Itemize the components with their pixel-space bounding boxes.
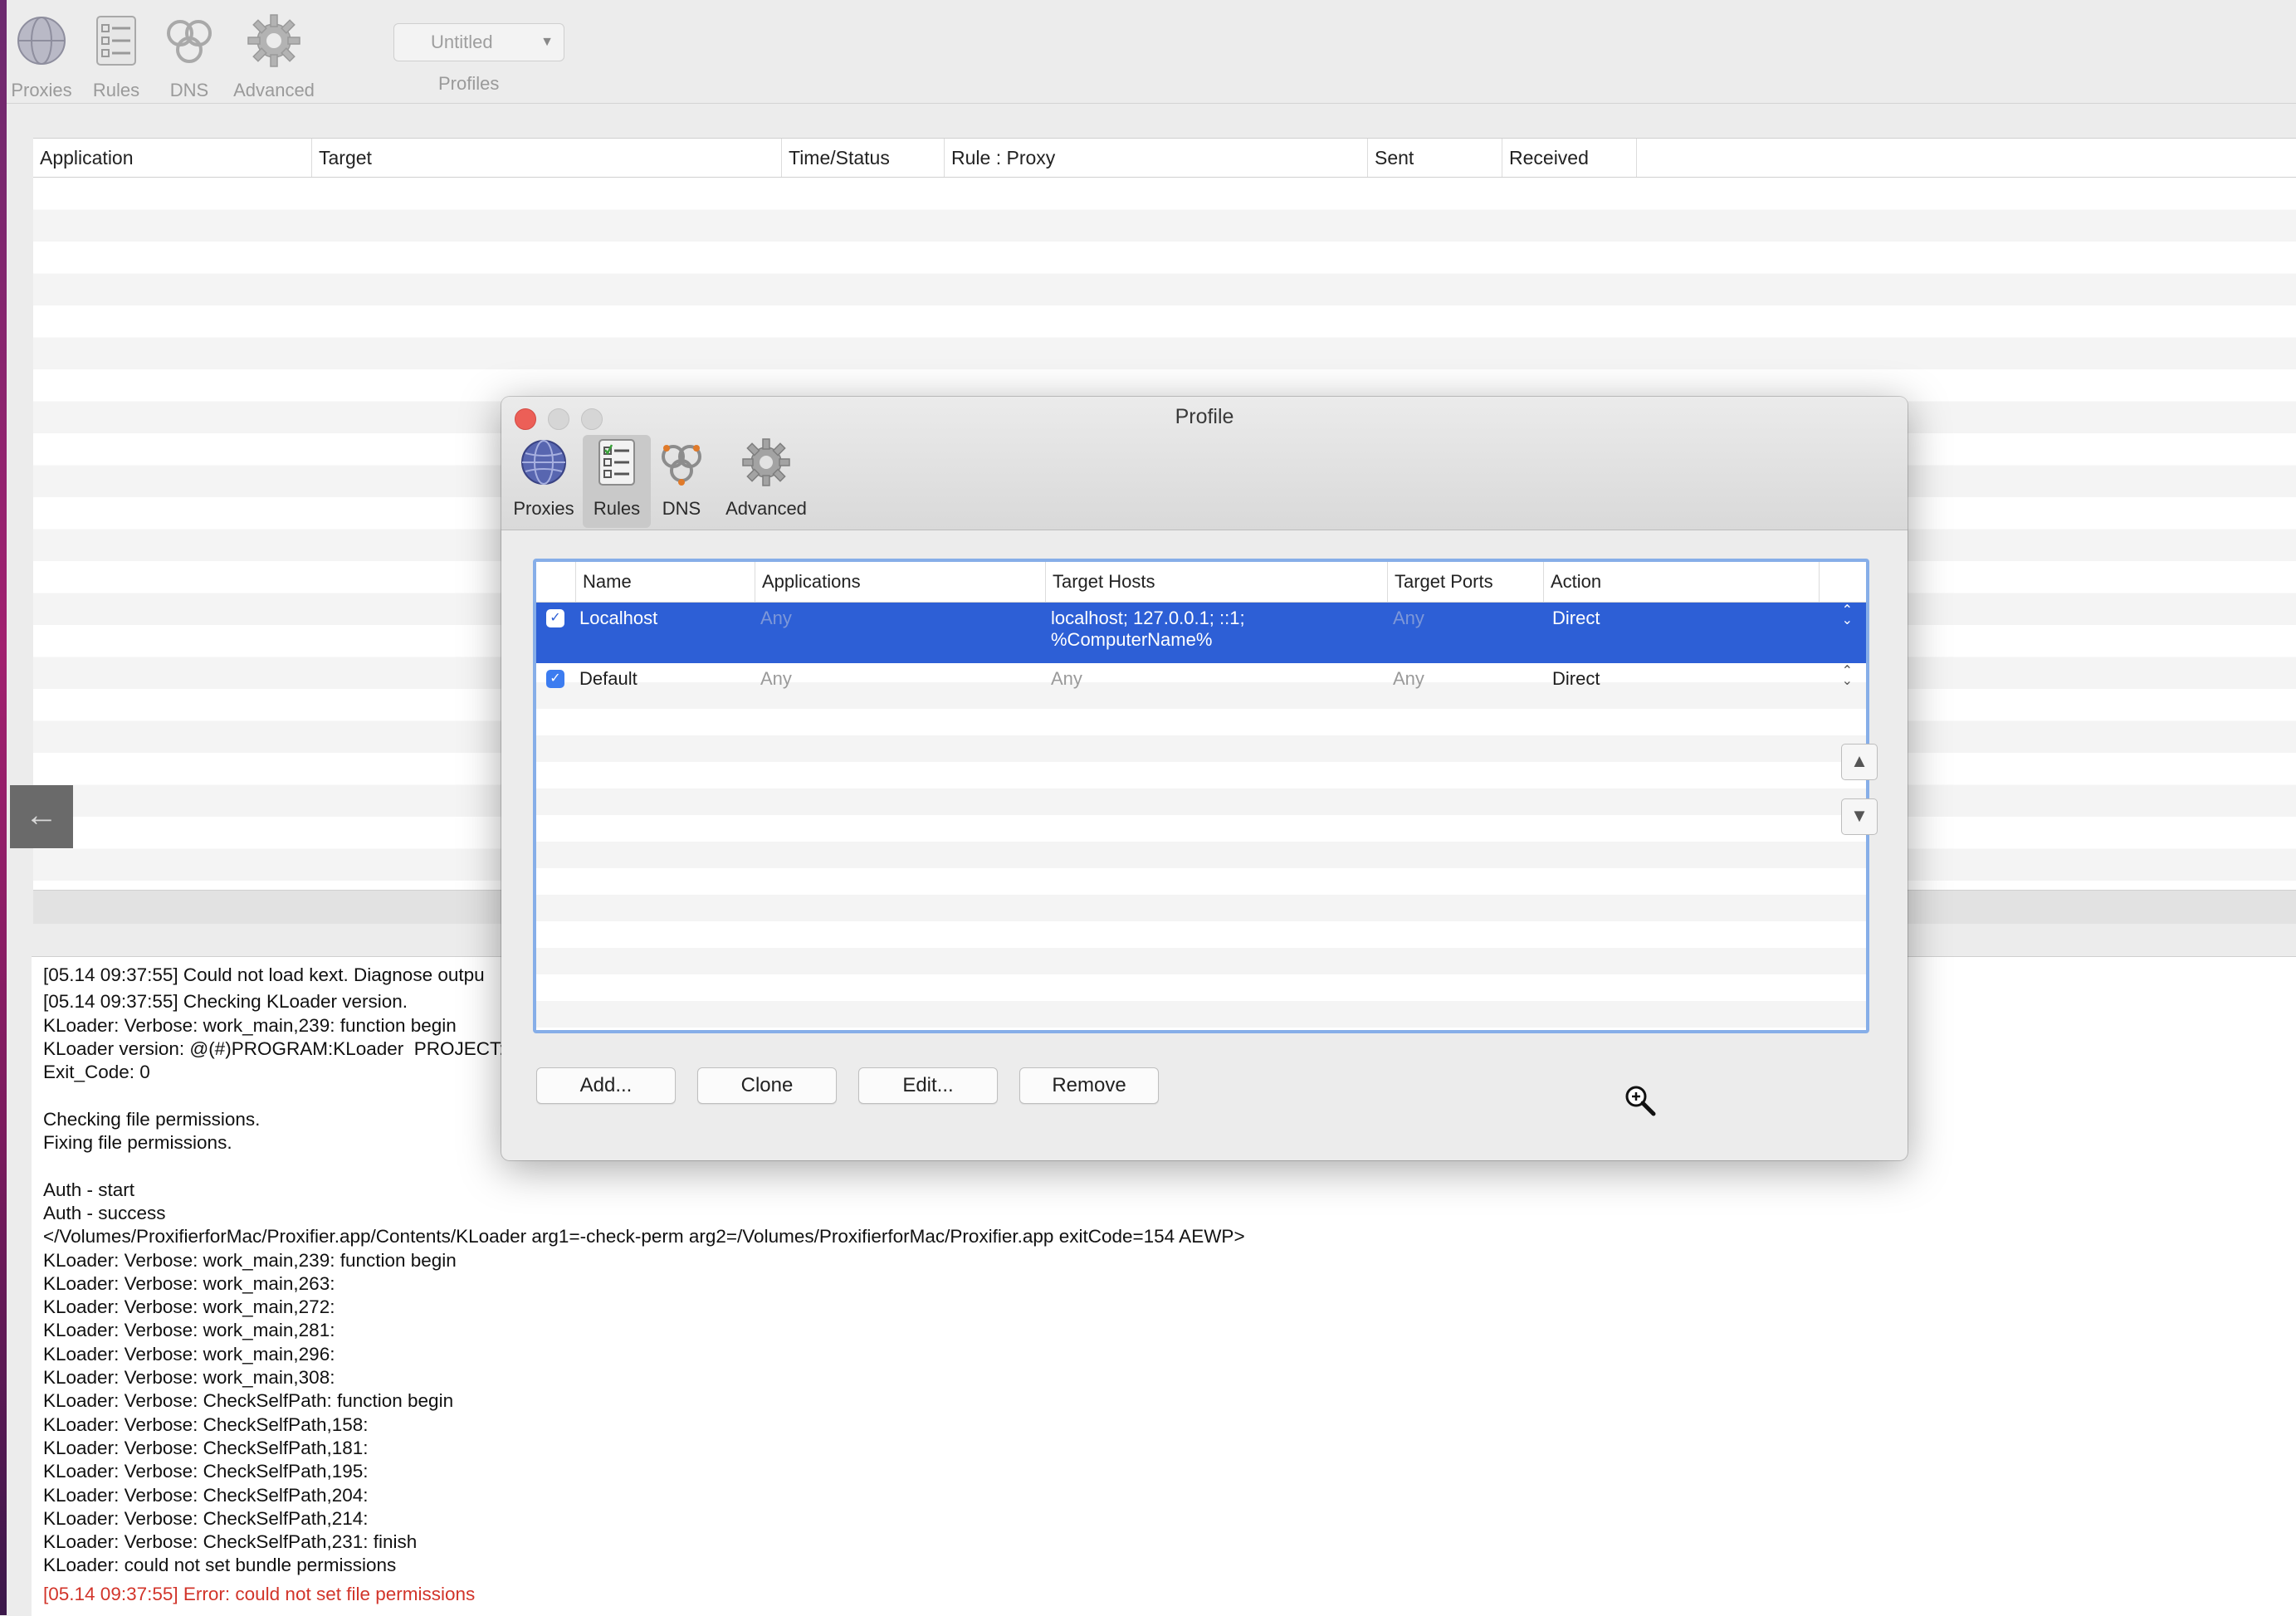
chevron-down-icon: ▼	[540, 35, 554, 49]
rule-target-hosts-line1: localhost; 127.0.0.1; ::1;	[1051, 608, 1245, 628]
rule-target-hosts: localhost; 127.0.0.1; ::1; %ComputerName…	[1051, 608, 1245, 651]
rule-action[interactable]: Direct	[1552, 668, 1600, 690]
tab-advanced[interactable]: Advanced	[722, 437, 810, 520]
rule-action[interactable]: Direct	[1552, 608, 1600, 629]
profiles-popup-value: Untitled	[431, 32, 493, 52]
log-line: KLoader: could not set bundle permission…	[43, 1555, 397, 1576]
log-line: KLoader: Verbose: work_main,281:	[43, 1320, 335, 1341]
log-line: KLoader: Verbose: CheckSelfPath,158:	[43, 1413, 369, 1435]
edit-rule-button[interactable]: Edit...	[858, 1067, 998, 1104]
log-line: Auth - success	[43, 1202, 166, 1223]
zoom-cursor-icon	[1625, 1086, 1656, 1116]
col-rule-proxy[interactable]: Rule : Proxy	[945, 139, 1368, 177]
log-line: KLoader: Verbose: work_main,308:	[43, 1367, 335, 1389]
action-stepper-icon[interactable]: ⌃ ⌄	[1842, 665, 1853, 688]
dialog-title: Profile	[1175, 405, 1234, 428]
rule-name: Localhost	[579, 608, 658, 628]
rule-name: Default	[579, 668, 638, 689]
rule-enabled-checkbox[interactable]: ✓	[546, 609, 564, 627]
profiles-label: Profiles	[438, 73, 500, 94]
rule-applications: Any	[760, 608, 792, 628]
toolbar-proxies[interactable]: Proxies	[7, 12, 76, 101]
clone-rule-button[interactable]: Clone	[697, 1067, 837, 1104]
move-up-button[interactable]: ▲	[1841, 744, 1878, 780]
rules-table[interactable]: Name Applications Target Hosts Target Po…	[533, 559, 1869, 1033]
globe-icon	[17, 17, 66, 65]
tab-advanced-label: Advanced	[725, 498, 807, 519]
log-line: </Volumes/ProxifierforMac/Proxifier.app/…	[43, 1226, 1245, 1247]
rules-table-header: Name Applications Target Hosts Target Po…	[536, 562, 1866, 603]
gear-icon	[742, 438, 790, 486]
toolbar-proxies-label: Proxies	[11, 80, 72, 100]
globe-icon	[521, 440, 566, 485]
col-time-status[interactable]: Time/Status	[782, 139, 945, 177]
toolbar-advanced-label: Advanced	[233, 80, 315, 100]
main-toolbar: Proxies Rules DNS Advanced Untitled ▼ Pr…	[7, 0, 2296, 104]
tab-proxies[interactable]: Proxies	[510, 437, 578, 520]
arrow-left-icon: ←	[25, 797, 58, 833]
tab-rules-label: Rules	[593, 498, 641, 519]
log-line: Auth - start	[43, 1179, 135, 1200]
rule-row-default[interactable]: ✓ Default Any Any Any Direct ⌃ ⌄	[536, 663, 1866, 695]
connections-table-header: Application Target Time/Status Rule : Pr…	[33, 139, 2296, 178]
rules-list-icon	[598, 439, 635, 486]
tab-dns-label: DNS	[662, 498, 701, 519]
tab-dns[interactable]: DNS	[656, 437, 707, 520]
tab-rules[interactable]: Rules	[583, 437, 651, 520]
rule-target-ports: Any	[1393, 668, 1424, 689]
rule-row-localhost[interactable]: ✓ Localhost Any localhost; 127.0.0.1; ::…	[536, 603, 1866, 663]
log-line: KLoader: Verbose: work_main,239: functio…	[43, 1249, 457, 1271]
log-line: KLoader: Verbose: CheckSelfPath,181:	[43, 1437, 369, 1458]
log-line: KLoader: Verbose: CheckSelfPath,195:	[43, 1461, 369, 1482]
dialog-titlebar: Profile Proxies Rules DNS Advanced	[501, 397, 1908, 530]
rule-target-hosts-line2: %ComputerName%	[1051, 629, 1213, 650]
toolbar-rules-label: Rules	[92, 80, 140, 100]
log-line: KLoader: Verbose: CheckSelfPath,204:	[43, 1484, 369, 1506]
log-line: KLoader: Verbose: work_main,263:	[43, 1272, 335, 1294]
rule-target-ports: Any	[1393, 608, 1424, 628]
rule-target-hosts: Any	[1051, 668, 1082, 689]
dns-rings-icon	[167, 20, 212, 63]
back-arrow-button[interactable]: ←	[10, 785, 73, 848]
log-line: KLoader: Verbose: CheckSelfPath,231: fin…	[43, 1531, 418, 1553]
log-line: KLoader: Verbose: work_main,296:	[43, 1343, 335, 1365]
col-action[interactable]: Action	[1544, 562, 1820, 602]
add-rule-button[interactable]: Add...	[536, 1067, 676, 1104]
rules-rows: ✓ Localhost Any localhost; 127.0.0.1; ::…	[536, 603, 1866, 1030]
log-line: KLoader: Verbose: work_main,272:	[43, 1296, 335, 1318]
col-target-hosts[interactable]: Target Hosts	[1046, 562, 1388, 602]
col-target-ports[interactable]: Target Ports	[1388, 562, 1544, 602]
log-error-line: [05.14 09:37:55] Error: could not set fi…	[43, 1583, 476, 1604]
dns-rings-icon	[662, 445, 701, 486]
profile-dialog: Profile Proxies Rules DNS Advanced Name …	[501, 397, 1908, 1160]
remove-rule-button[interactable]: Remove	[1019, 1067, 1159, 1104]
log-line: KLoader: Verbose: CheckSelfPath,214:	[43, 1507, 369, 1529]
toolbar-rules[interactable]: Rules	[81, 12, 151, 101]
gear-icon	[247, 14, 300, 67]
col-target[interactable]: Target	[312, 139, 782, 177]
col-applications[interactable]: Applications	[755, 562, 1046, 602]
action-stepper-icon[interactable]: ⌃ ⌄	[1842, 604, 1853, 627]
toolbar-dns-label: DNS	[169, 80, 209, 100]
col-name[interactable]: Name	[576, 562, 755, 602]
desktop-background	[0, 0, 7, 1615]
triangle-down-icon: ▼	[1850, 805, 1869, 826]
rules-list-icon	[96, 16, 136, 66]
toolbar-dns[interactable]: DNS	[154, 12, 224, 101]
toolbar-advanced[interactable]: Advanced	[224, 12, 324, 101]
profiles-popup[interactable]: Untitled ▼	[393, 23, 564, 61]
col-sent[interactable]: Sent	[1368, 139, 1502, 177]
triangle-up-icon: ▲	[1850, 750, 1869, 771]
tab-proxies-label: Proxies	[513, 498, 574, 519]
rule-applications: Any	[760, 668, 792, 689]
move-down-button[interactable]: ▼	[1841, 798, 1878, 835]
col-application[interactable]: Application	[33, 139, 312, 177]
rule-enabled-checkbox[interactable]: ✓	[546, 670, 564, 688]
col-received[interactable]: Received	[1502, 139, 1637, 177]
col-enabled[interactable]	[536, 562, 576, 602]
log-line: KLoader: Verbose: CheckSelfPath: functio…	[43, 1390, 454, 1412]
